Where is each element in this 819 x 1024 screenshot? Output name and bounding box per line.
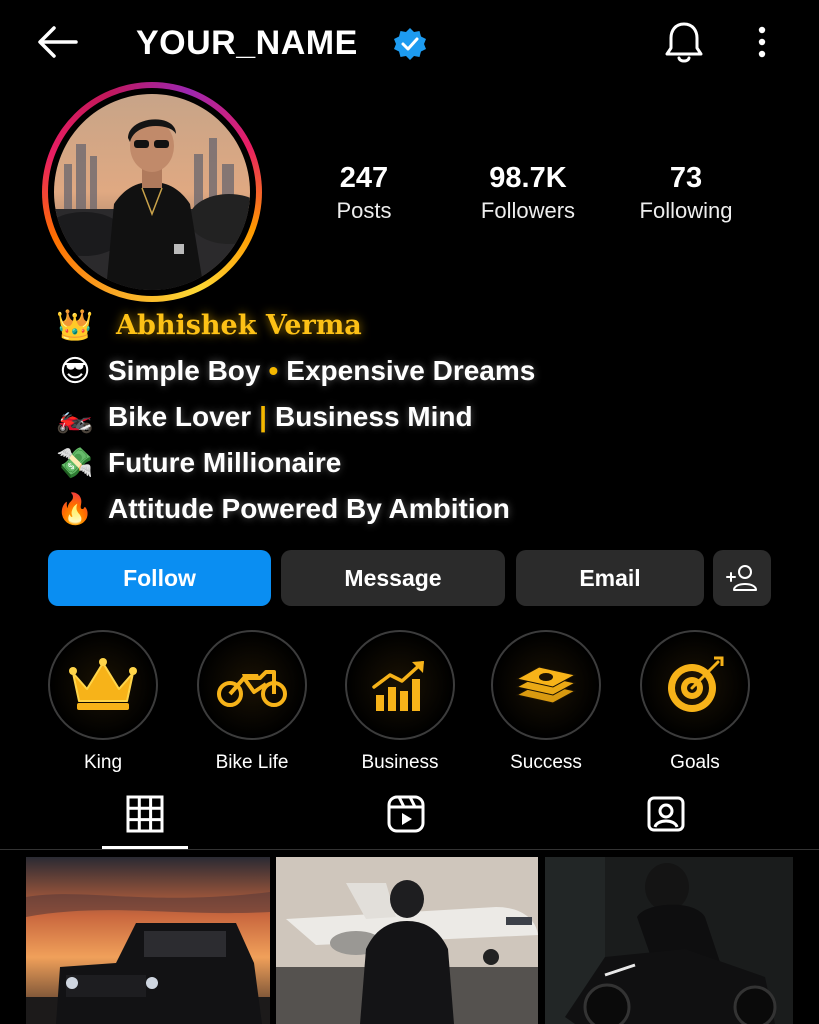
- bio-line: 🏍️ Bike Lover | Business Mind: [52, 397, 473, 437]
- following-count: 73: [669, 162, 703, 194]
- display-name: Abhishek Verma: [116, 309, 362, 341]
- crown-emoji-icon: 👑: [56, 308, 94, 342]
- profile-tabs: [0, 790, 819, 850]
- avatar[interactable]: [54, 94, 250, 290]
- bio-text: Simple Boy: [108, 355, 261, 386]
- crown-icon: [69, 658, 137, 710]
- bio-line: 💸 Future Millionaire: [52, 443, 341, 483]
- motorcycle-icon: [217, 670, 287, 707]
- highlight-label: King: [83, 752, 123, 773]
- following-label: Following: [639, 198, 733, 223]
- fire-emoji-icon: 🔥: [56, 492, 94, 526]
- bio-separator: |: [259, 401, 268, 432]
- bio-separator: •: [268, 355, 279, 386]
- bio-line: 🔥 Attitude Powered By Ambition: [52, 489, 510, 529]
- highlight-label: Bike Life: [215, 752, 289, 773]
- profile-username: YOUR_NAME: [136, 24, 358, 62]
- growth-chart-icon: [372, 661, 424, 711]
- bell-icon[interactable]: [661, 18, 707, 66]
- reels-icon[interactable]: [386, 794, 426, 834]
- highlight-success[interactable]: Success: [476, 630, 616, 774]
- followers-label: Followers: [480, 198, 576, 223]
- posts-count: 247: [339, 162, 389, 194]
- verified-badge-icon: [394, 28, 426, 60]
- stat-followers[interactable]: 98.7K Followers: [465, 160, 591, 226]
- stat-following[interactable]: 73 Following: [626, 160, 746, 226]
- message-button[interactable]: Message: [281, 550, 505, 606]
- more-vertical-icon[interactable]: [750, 22, 774, 62]
- highlight-bike-life[interactable]: Bike Life: [182, 630, 322, 774]
- bio-line: 😎 Simple Boy • Expensive Dreams: [52, 351, 535, 391]
- posts-label: Posts: [336, 198, 392, 223]
- post-thumbnail[interactable]: [26, 857, 270, 1024]
- post-thumbnail[interactable]: [276, 857, 538, 1024]
- add-person-button[interactable]: [713, 550, 771, 606]
- bio-name-line: 👑 Abhishek Verma: [52, 305, 362, 345]
- active-tab-indicator: [102, 846, 188, 849]
- arrow-left-icon[interactable]: [34, 22, 80, 62]
- money-stack-icon: [515, 666, 577, 704]
- bio-text: Business Mind: [275, 401, 473, 432]
- bio-text: Expensive Dreams: [286, 355, 536, 386]
- bio-text: Bike Lover: [108, 401, 252, 432]
- highlight-business[interactable]: Business: [330, 630, 470, 774]
- money-emoji-icon: 💸: [56, 446, 94, 480]
- bio-text: Future Millionaire: [108, 447, 342, 478]
- highlight-label: Goals: [670, 752, 720, 773]
- top-bar: YOUR_NAME: [0, 0, 819, 88]
- highlight-goals[interactable]: Goals: [625, 630, 765, 774]
- add-person-icon: [726, 565, 757, 591]
- highlight-label: Business: [361, 752, 439, 773]
- stat-posts[interactable]: 247 Posts: [308, 160, 420, 226]
- followers-count: 98.7K: [489, 162, 567, 194]
- grid-icon[interactable]: [125, 794, 165, 834]
- post-thumbnail[interactable]: [545, 857, 793, 1024]
- bio-text: Attitude Powered By Ambition: [108, 493, 510, 524]
- sunglasses-emoji-icon: 😎: [59, 354, 91, 388]
- email-button[interactable]: Email: [516, 550, 704, 606]
- target-icon: [668, 656, 724, 712]
- highlight-label: Success: [510, 752, 582, 773]
- motorcycle-emoji-icon: 🏍️: [56, 400, 94, 434]
- tagged-icon[interactable]: [646, 794, 686, 834]
- highlight-king[interactable]: King: [33, 630, 173, 774]
- follow-button[interactable]: Follow: [48, 550, 271, 606]
